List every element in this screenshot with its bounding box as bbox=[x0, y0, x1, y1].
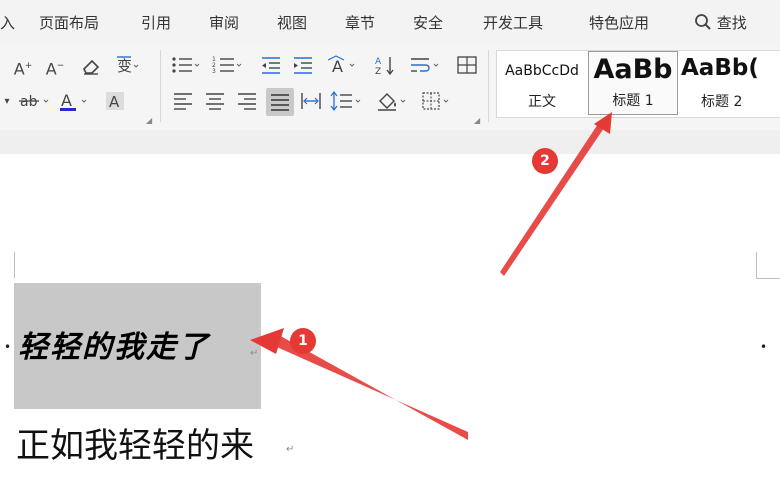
search-label: 查找 bbox=[716, 14, 747, 32]
clear-format-eraser-icon[interactable] bbox=[78, 54, 104, 78]
style-heading-2[interactable]: AaBb( 标题 2 bbox=[679, 51, 780, 115]
ribbon-divider bbox=[160, 50, 161, 122]
grow-font-icon[interactable]: A+ bbox=[10, 54, 36, 78]
phonetic-guide-icon[interactable]: 变 bbox=[114, 54, 140, 78]
svg-text:A: A bbox=[109, 93, 120, 111]
crop-mark bbox=[756, 252, 757, 278]
menu-page-layout[interactable]: 页面布局 bbox=[39, 12, 99, 33]
align-right-icon[interactable] bbox=[234, 90, 260, 114]
style-normal-sample: AaBbCcDd bbox=[505, 63, 579, 79]
increase-indent-icon[interactable] bbox=[290, 54, 316, 78]
svg-text:3: 3 bbox=[212, 68, 216, 75]
paragraph-bullet-marker: • bbox=[760, 340, 768, 354]
sort-icon[interactable]: AZ bbox=[372, 54, 398, 78]
character-shading-icon[interactable]: A bbox=[102, 90, 128, 114]
annotation-badge-1: 1 bbox=[290, 328, 316, 354]
align-center-icon[interactable] bbox=[202, 90, 228, 114]
menu-special-apps[interactable]: 特色应用 bbox=[589, 12, 649, 33]
style-heading-2-sample: AaBb( bbox=[681, 55, 759, 81]
menu-review[interactable]: 审阅 bbox=[209, 12, 239, 33]
ribbon-divider bbox=[488, 50, 489, 122]
menu-bar: 入 页面布局 引用 审阅 视图 章节 安全 开发工具 特色应用 查找 bbox=[0, 0, 780, 44]
menu-view[interactable]: 视图 bbox=[277, 12, 307, 33]
ruler-strip bbox=[0, 130, 780, 154]
menu-references[interactable]: 引用 bbox=[141, 12, 171, 33]
svg-text:A: A bbox=[375, 57, 382, 67]
svg-text:变: 变 bbox=[117, 57, 132, 75]
menu-security[interactable]: 安全 bbox=[413, 12, 443, 33]
style-gallery: AaBbCcDd 正文 AaBb 标题 1 AaBb( 标题 2 bbox=[496, 50, 780, 118]
crop-mark bbox=[756, 278, 780, 279]
menu-developer-tools[interactable]: 开发工具 bbox=[483, 12, 543, 33]
bullet-list-icon[interactable] bbox=[170, 54, 202, 78]
borders-icon[interactable] bbox=[420, 90, 454, 114]
style-heading-1-sample: AaBb bbox=[593, 54, 673, 85]
paragraph-bullet-marker: • bbox=[4, 340, 12, 354]
paragraph-mark-icon: ↵ bbox=[250, 348, 259, 359]
style-heading-1[interactable]: AaBb 标题 1 bbox=[588, 51, 678, 115]
style-normal-name: 正文 bbox=[528, 94, 556, 110]
strikethrough-icon[interactable]: ab bbox=[18, 90, 52, 114]
shrink-font-icon[interactable]: A− bbox=[42, 54, 68, 78]
shading-paint-bucket-icon[interactable] bbox=[376, 90, 410, 114]
svg-text:A: A bbox=[61, 91, 72, 110]
numbered-list-icon[interactable]: 123 bbox=[212, 54, 244, 78]
body-line-2[interactable]: 正如我轻轻的来 bbox=[16, 418, 254, 467]
crop-mark bbox=[14, 252, 15, 278]
font-color-icon[interactable]: A bbox=[58, 90, 92, 114]
svg-text:ab: ab bbox=[20, 94, 38, 110]
annotation-badge-2: 2 bbox=[532, 148, 558, 174]
menu-insert-partial[interactable]: 入 bbox=[0, 12, 15, 33]
dropdown-arrow-icon[interactable]: ▾ bbox=[0, 90, 14, 114]
style-normal[interactable]: AaBbCcDd 正文 bbox=[497, 51, 587, 115]
font-dialog-launcher-icon[interactable]: ◢ bbox=[146, 116, 152, 125]
paragraph-dialog-launcher-icon[interactable]: ◢ bbox=[474, 116, 480, 125]
heading-line-1[interactable]: 轻轻的我走了 bbox=[18, 322, 210, 366]
menu-chapter[interactable]: 章节 bbox=[345, 12, 375, 33]
menu-search[interactable]: 查找 bbox=[694, 12, 747, 33]
svg-text:A: A bbox=[332, 57, 343, 76]
table-grid-icon[interactable] bbox=[454, 54, 480, 78]
search-icon bbox=[695, 14, 711, 30]
decrease-indent-icon[interactable] bbox=[258, 54, 284, 78]
align-left-icon[interactable] bbox=[170, 90, 196, 114]
style-heading-1-name: 标题 1 bbox=[612, 93, 654, 109]
svg-text:Z: Z bbox=[375, 67, 381, 76]
document-canvas[interactable]: 轻轻的我走了 ↵ • • 正如我轻轻的来 ↵ bbox=[0, 154, 780, 481]
distributed-align-icon[interactable] bbox=[298, 90, 324, 114]
text-direction-icon[interactable]: A bbox=[326, 54, 360, 78]
line-wrap-icon[interactable] bbox=[408, 54, 442, 78]
style-heading-2-name: 标题 2 bbox=[701, 94, 743, 110]
line-spacing-icon[interactable] bbox=[330, 90, 364, 114]
justify-icon[interactable] bbox=[266, 88, 294, 116]
paragraph-mark-icon: ↵ bbox=[286, 444, 295, 455]
